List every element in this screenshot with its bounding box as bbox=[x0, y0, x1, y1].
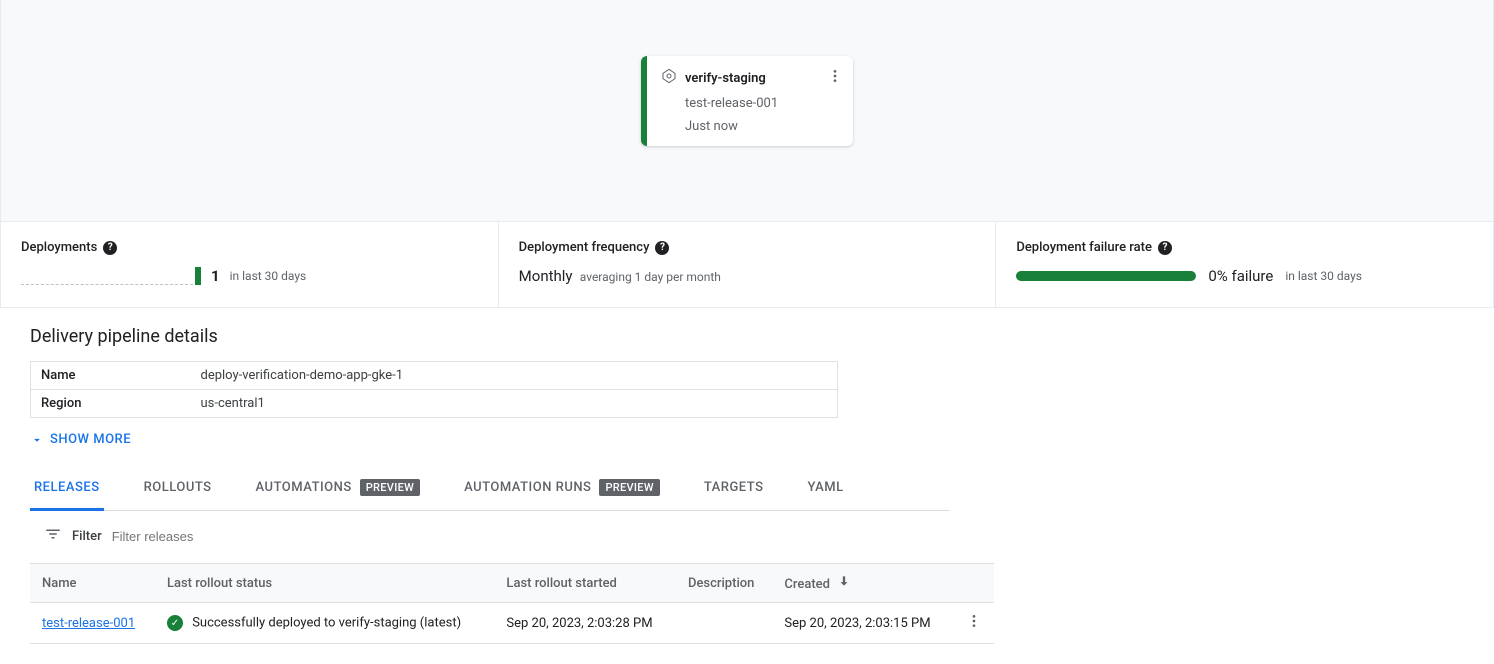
th-started[interactable]: Last rollout started bbox=[494, 564, 676, 603]
details-name-value: deploy-verification-demo-app-gke-1 bbox=[191, 362, 838, 390]
kubernetes-icon bbox=[661, 68, 677, 88]
sort-desc-icon bbox=[837, 574, 851, 592]
target-title: verify-staging bbox=[685, 71, 766, 86]
details-table: Name deploy-verification-demo-app-gke-1 … bbox=[30, 361, 838, 418]
show-more-button[interactable]: SHOW MORE bbox=[30, 432, 1474, 447]
filter-label: Filter bbox=[72, 529, 102, 544]
check-icon: ✓ bbox=[167, 615, 183, 631]
metric-frequency-label: Deployment frequency bbox=[519, 240, 650, 255]
th-description[interactable]: Description bbox=[676, 564, 772, 603]
details-region-label: Region bbox=[31, 390, 191, 418]
help-icon[interactable]: ? bbox=[1158, 241, 1172, 255]
tab-automation-runs[interactable]: AUTOMATION RUNS PREVIEW bbox=[460, 467, 664, 511]
deployments-count: 1 bbox=[211, 267, 220, 285]
rollout-description bbox=[676, 603, 772, 644]
releases-table: Name Last rollout status Last rollout st… bbox=[30, 563, 994, 644]
metrics-row: Deployments ? 1 in last 30 days Deployme… bbox=[0, 222, 1494, 308]
chevron-down-icon bbox=[30, 433, 44, 447]
failure-pct: 0% failure bbox=[1208, 267, 1273, 285]
frequency-sub: averaging 1 day per month bbox=[580, 270, 721, 284]
rollout-created: Sep 20, 2023, 2:03:15 PM bbox=[772, 603, 954, 644]
failure-period: in last 30 days bbox=[1285, 269, 1362, 283]
rollout-started: Sep 20, 2023, 2:03:28 PM bbox=[494, 603, 676, 644]
th-name[interactable]: Name bbox=[30, 564, 155, 603]
frequency-value: Monthly bbox=[519, 267, 573, 285]
target-release: test-release-001 bbox=[685, 96, 841, 111]
deployments-period: in last 30 days bbox=[230, 269, 307, 283]
preview-badge: PREVIEW bbox=[599, 479, 659, 496]
help-icon[interactable]: ? bbox=[103, 241, 117, 255]
rollout-status: Successfully deployed to verify-staging … bbox=[192, 615, 461, 630]
preview-badge: PREVIEW bbox=[360, 479, 420, 496]
help-icon[interactable]: ? bbox=[655, 241, 669, 255]
metric-deployments: Deployments ? 1 in last 30 days bbox=[1, 222, 499, 307]
tab-targets[interactable]: TARGETS bbox=[700, 467, 768, 511]
deployments-sparkline bbox=[21, 267, 201, 285]
th-created[interactable]: Created bbox=[772, 564, 954, 603]
metric-frequency: Deployment frequency ? Monthly averaging… bbox=[499, 222, 997, 307]
th-status[interactable]: Last rollout status bbox=[155, 564, 494, 603]
details-region-value: us-central1 bbox=[191, 390, 838, 418]
failure-bar bbox=[1016, 271, 1196, 281]
details-name-label: Name bbox=[31, 362, 191, 390]
section-title: Delivery pipeline details bbox=[30, 326, 1474, 347]
filter-icon bbox=[44, 525, 62, 547]
tab-releases[interactable]: RELEASES bbox=[30, 467, 104, 511]
filter-row: Filter bbox=[30, 511, 1474, 563]
target-more-button[interactable] bbox=[825, 66, 845, 86]
tab-automations[interactable]: AUTOMATIONS PREVIEW bbox=[252, 467, 425, 511]
target-card[interactable]: verify-staging test-release-001 Just now bbox=[641, 56, 853, 146]
tab-rollouts[interactable]: ROLLOUTS bbox=[140, 467, 216, 511]
pipeline-canvas: verify-staging test-release-001 Just now bbox=[0, 0, 1494, 222]
metric-failure: Deployment failure rate ? 0% failure in … bbox=[996, 222, 1493, 307]
filter-input[interactable] bbox=[112, 529, 312, 544]
show-more-label: SHOW MORE bbox=[50, 432, 131, 447]
table-row: test-release-001 ✓ Successfully deployed… bbox=[30, 603, 994, 644]
tab-yaml[interactable]: YAML bbox=[803, 467, 847, 511]
release-link[interactable]: test-release-001 bbox=[42, 616, 135, 631]
target-time: Just now bbox=[685, 119, 841, 134]
tabs: RELEASES ROLLOUTS AUTOMATIONS PREVIEW AU… bbox=[30, 467, 950, 511]
row-more-button[interactable] bbox=[966, 618, 982, 633]
metric-deployments-label: Deployments bbox=[21, 240, 97, 255]
metric-failure-label: Deployment failure rate bbox=[1016, 240, 1152, 255]
